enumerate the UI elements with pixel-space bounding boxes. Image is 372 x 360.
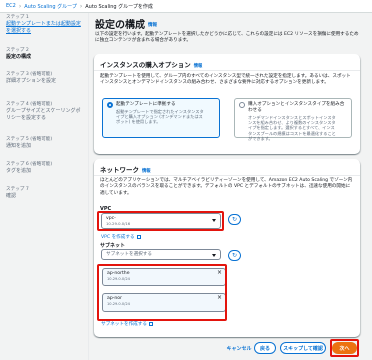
breadcrumb-current: Auto Scaling グループを作成 (85, 3, 153, 10)
chevron-right-icon: › (79, 2, 83, 10)
step-title: 設定の構成 (6, 54, 32, 60)
step-title[interactable]: 起動テンプレートまたは起動設定を選択する (6, 21, 84, 34)
back-button[interactable]: 戻る (254, 342, 276, 354)
panel-title: ネットワーク 情報 (100, 164, 151, 174)
panel-description: ほとんどのアプリケーションでは、マルチアベイラビリティーゾーンを使用して、Ama… (100, 178, 353, 196)
tile-title: 購入オプションとインスタンスタイプを組み合わせる (248, 102, 345, 113)
create-vpc-link-text: VPC を作成する (101, 235, 135, 240)
highlight-vpc (97, 211, 224, 231)
step-title: グループサイズとスケーリングポリシーを設定する (6, 108, 81, 121)
wizard-step-5: ステップ 5 (省略可能) 通知を追加 (6, 137, 84, 150)
panel-description: 起動テンプレートを使用して、グループ内のすべてのインスタンス型で統一された設定を… (100, 74, 351, 86)
breadcrumb-ec2[interactable]: EC2 (6, 3, 16, 9)
chevron-right-icon: › (18, 2, 22, 10)
subnet-placeholder: サブネットを選択する (106, 252, 152, 257)
breadcrumb: EC2 › Auto Scaling グループ › Auto Scaling グ… (0, 0, 372, 13)
wizard-step-1[interactable]: ステップ 1 起動テンプレートまたは起動設定を選択する (6, 15, 84, 34)
tile-description: 起動テンプレートで指定されたインスタンスタイプと購入オプション (オンデマンドま… (116, 109, 204, 125)
radio-selected-icon[interactable] (107, 102, 113, 108)
page-title: 設定の構成 情報 (95, 16, 157, 31)
external-link-icon (148, 321, 153, 326)
refresh-subnet-button[interactable]: ↻ (228, 250, 241, 261)
panel-title-text: ネットワーク (100, 166, 139, 174)
subnet-label: サブネット (100, 243, 126, 249)
refresh-icon: ↻ (231, 252, 238, 259)
tile-description: オンデマンドインスタンスとスポットインスタンスを組み合わせ、より複数のインスタン… (248, 115, 336, 141)
wizard-step-4: ステップ 4 (省略可能) グループサイズとスケーリングポリシーを設定する (6, 102, 84, 121)
subnet-select[interactable]: サブネットを選択する (101, 249, 221, 260)
tile-title: 起動テンプレートに準拠する (116, 102, 176, 107)
step-title: 詳細オプションを設定 (6, 78, 57, 84)
option-tile-launch-template[interactable]: 起動テンプレートに準拠する 起動テンプレートで指定されたインスタンスタイプと購入… (102, 98, 220, 138)
panel-divider (94, 70, 360, 71)
highlight-subnets (97, 264, 227, 321)
option-tile-combine[interactable]: 購入オプションとインスタンスタイプを組み合わせる オンデマンドインスタンスとスポ… (234, 98, 352, 141)
sidebar-divider (88, 13, 89, 360)
radio-icon[interactable] (239, 102, 245, 108)
panel-title-text: インスタンスの購入オプション (100, 61, 191, 69)
next-button[interactable]: 次へ (332, 342, 357, 354)
refresh-icon: ↻ (231, 216, 238, 223)
wizard-step-7: ステップ 7 確認 (6, 187, 84, 200)
page-description: 以下の設定を行います。起動テンプレートを選択したかどうかに応じて、これらの設定に… (95, 32, 359, 44)
refresh-vpc-button[interactable]: ↻ (228, 214, 241, 225)
wizard-step-6: ステップ 6 (省略可能) タグを追加 (6, 162, 84, 175)
cancel-button[interactable]: キャンセル (224, 342, 254, 354)
caret-down-icon (212, 254, 216, 257)
info-link[interactable]: 情報 (148, 23, 157, 28)
create-subnet-link[interactable]: サブネットを作成する (101, 321, 153, 327)
wizard-step-2: ステップ 2 設定の構成 (6, 48, 84, 61)
create-vpc-link[interactable]: VPC を作成する (101, 234, 141, 240)
step-title: 確認 (6, 193, 17, 199)
info-link[interactable]: 情報 (194, 64, 203, 69)
step-title: タグを追加 (6, 168, 32, 174)
wizard-steps: ステップ 1 起動テンプレートまたは起動設定を選択する ステップ 2 設定の構成… (0, 13, 88, 360)
page-title-text: 設定の構成 (95, 20, 145, 31)
create-subnet-link-text: サブネットを作成する (101, 322, 147, 327)
external-link-icon (136, 234, 141, 239)
skip-to-review-button[interactable]: スキップして確認 (280, 342, 326, 354)
wizard-step-3: ステップ 3 (省略可能) 詳細オプションを設定 (6, 72, 84, 85)
breadcrumb-asg[interactable]: Auto Scaling グループ (24, 3, 77, 10)
panel-divider (94, 175, 360, 176)
purchase-options-panel: インスタンスの購入オプション 情報 起動テンプレートを使用して、グループ内のすべて… (94, 54, 360, 154)
info-link[interactable]: 情報 (142, 169, 151, 174)
step-title: 通知を追加 (6, 143, 32, 149)
panel-title: インスタンスの購入オプション 情報 (100, 59, 202, 69)
